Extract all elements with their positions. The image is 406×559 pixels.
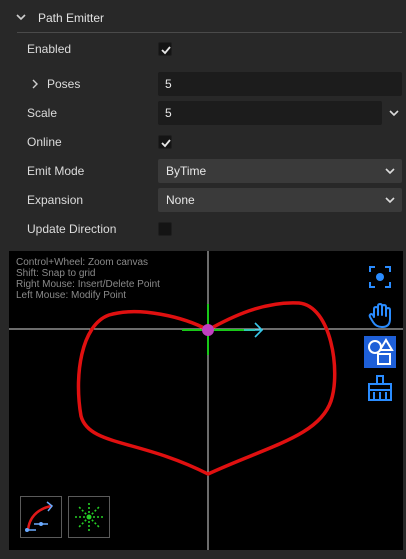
broom-icon [368,375,392,401]
update-direction-checkbox[interactable] [158,222,172,236]
section-title: Path Emitter [38,11,105,25]
checkmark-icon [161,46,171,55]
focus-tool-button[interactable] [364,261,396,293]
scale-label: Scale [27,106,58,120]
scale-dropdown-icon[interactable] [388,109,400,117]
hand-icon [368,303,391,328]
radial-burst-icon [74,502,104,532]
scale-value: 5 [165,106,172,120]
scale-row: Scale 5 [0,100,406,126]
focus-icon [369,266,391,288]
online-checkbox[interactable] [158,135,172,149]
emit-mode-label: Emit Mode [27,164,85,178]
chevron-right-icon[interactable] [31,79,39,89]
online-row: Online [0,129,406,155]
chevron-down-icon [385,168,395,175]
chevron-down-icon[interactable] [14,10,28,24]
checkmark-icon [161,139,171,148]
chevron-down-icon [385,197,395,204]
shapes-tool-button[interactable] [364,336,396,368]
online-label: Online [27,135,62,149]
enabled-row: Enabled [0,36,406,62]
curve-path-button[interactable] [20,496,62,538]
expansion-value: None [166,193,195,207]
clear-tool-button[interactable] [364,372,396,404]
emit-mode-value: ByTime [166,164,207,178]
section-header[interactable]: Path Emitter [0,0,406,36]
poses-row: Poses 5 [0,71,406,97]
emit-mode-select[interactable]: ByTime [158,159,402,183]
expansion-row: Expansion None [0,187,406,213]
section-divider [17,32,402,33]
update-direction-row: Update Direction [0,216,406,242]
update-direction-label: Update Direction [27,222,117,236]
radial-burst-button[interactable] [68,496,110,538]
scale-field[interactable]: 5 [158,101,382,125]
pan-tool-button[interactable] [364,299,396,331]
curve-path-icon [25,501,54,532]
enabled-checkbox[interactable] [158,42,172,56]
control-point[interactable] [202,324,214,336]
expansion-select[interactable]: None [158,188,402,212]
path-editor-canvas[interactable]: Control+Wheel: Zoom canvas Shift: Snap t… [9,251,403,550]
emit-mode-row: Emit Mode ByTime [0,158,406,184]
poses-count-field[interactable]: 5 [158,72,402,96]
poses-label: Poses [47,77,81,91]
shapes-icon [368,338,394,365]
enabled-label: Enabled [27,42,72,56]
expansion-label: Expansion [27,193,84,207]
poses-count-value: 5 [165,77,172,91]
